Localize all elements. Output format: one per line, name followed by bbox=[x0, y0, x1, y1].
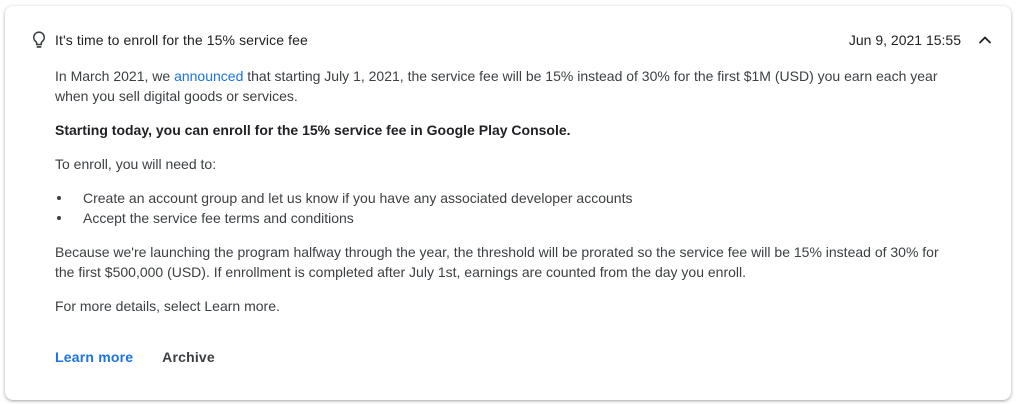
chevron-up-icon bbox=[979, 36, 991, 44]
bullet-icon bbox=[57, 196, 61, 200]
notification-actions: Learn more Archive bbox=[55, 347, 215, 367]
notification-header: It's time to enroll for the 15% service … bbox=[5, 6, 1011, 72]
requirements-list: Create an account group and let us know … bbox=[55, 188, 955, 228]
enroll-requirements-intro: To enroll, you will need to: bbox=[55, 156, 217, 172]
lightbulb-icon bbox=[32, 31, 46, 49]
list-item: Accept the service fee terms and conditi… bbox=[55, 208, 955, 228]
intro-text-start: In March 2021, we bbox=[55, 68, 175, 84]
announced-link[interactable]: announced bbox=[174, 68, 243, 84]
collapse-button[interactable] bbox=[975, 30, 995, 50]
notification-timestamp: Jun 9, 2021 15:55 bbox=[848, 32, 961, 48]
intro-paragraph: In March 2021, we announced that startin… bbox=[55, 66, 955, 106]
threshold-paragraph: Because we're launching the program half… bbox=[55, 244, 939, 280]
list-item-text: Create an account group and let us know … bbox=[83, 190, 633, 206]
archive-button[interactable]: Archive bbox=[162, 347, 215, 367]
notification-title: It's time to enroll for the 15% service … bbox=[55, 32, 308, 48]
details-paragraph: For more details, select Learn more. bbox=[55, 298, 280, 314]
list-item: Create an account group and let us know … bbox=[55, 188, 955, 208]
enroll-announcement: Starting today, you can enroll for the 1… bbox=[55, 122, 571, 138]
notification-card: It's time to enroll for the 15% service … bbox=[5, 6, 1011, 400]
learn-more-button[interactable]: Learn more bbox=[55, 347, 133, 367]
notification-body: In March 2021, we announced that startin… bbox=[55, 66, 955, 330]
bullet-icon bbox=[57, 216, 61, 220]
list-item-text: Accept the service fee terms and conditi… bbox=[83, 210, 354, 226]
